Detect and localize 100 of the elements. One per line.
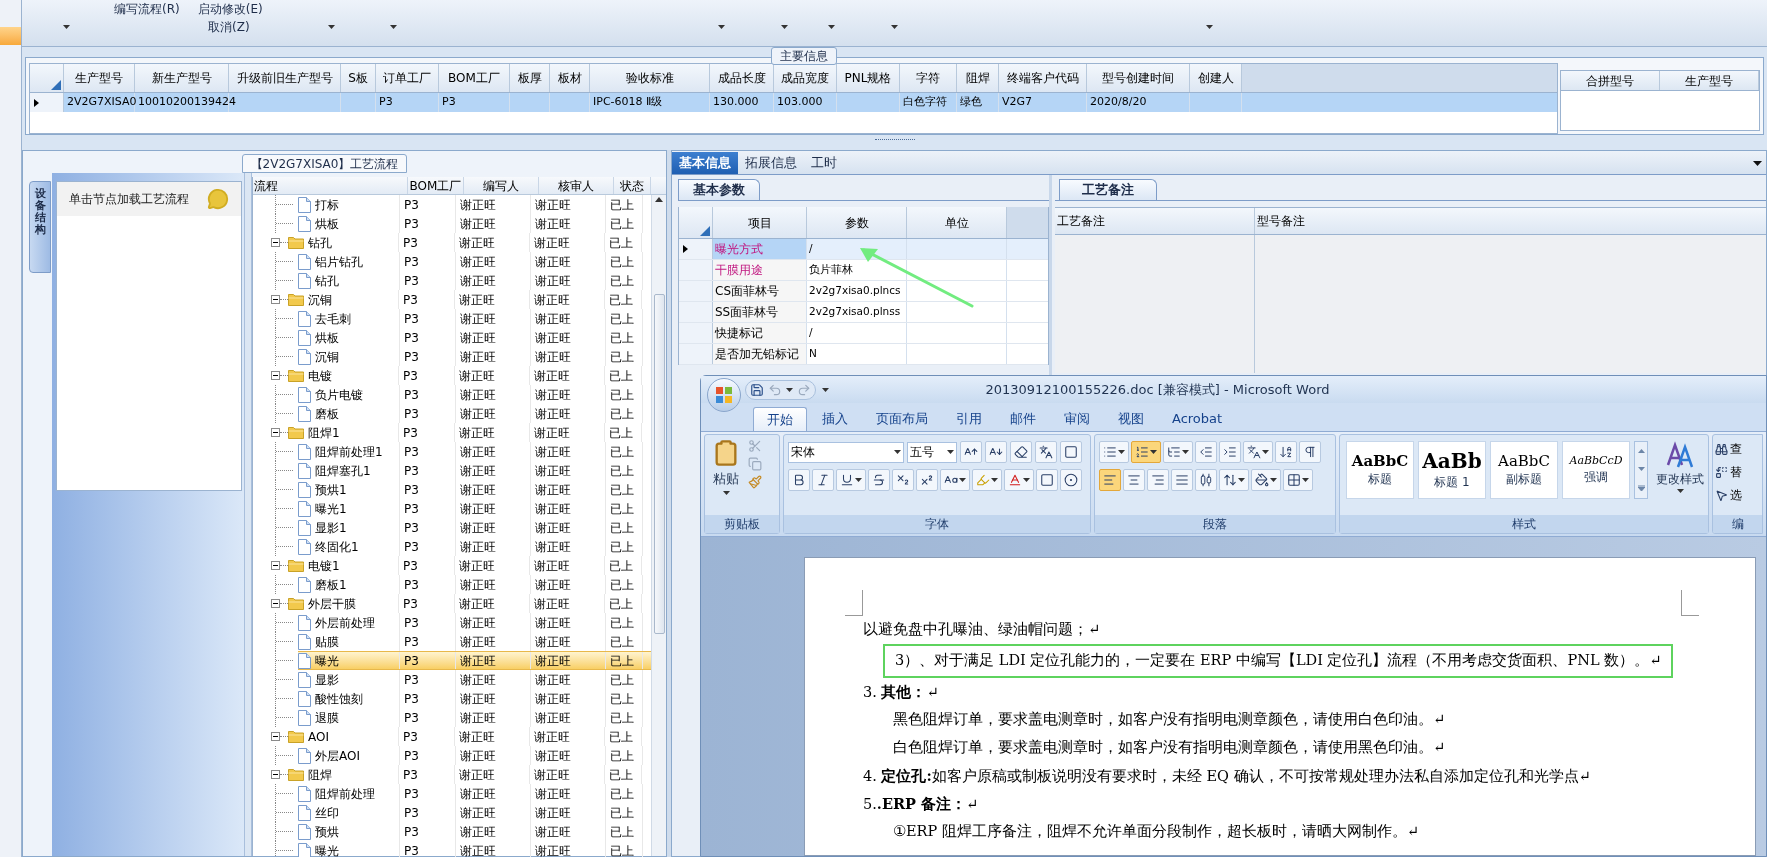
- expander-toggle[interactable]: [271, 732, 280, 741]
- sort-button[interactable]: [1275, 441, 1297, 463]
- bold-button[interactable]: [788, 469, 810, 491]
- expander-toggle[interactable]: [271, 238, 280, 247]
- sub-tab[interactable]: 工艺备注: [1059, 179, 1157, 200]
- tree-row[interactable]: 电镀 P3 谢正旺 谢正旺 已上: [288, 366, 651, 385]
- dropdown-caret-icon[interactable]: [1753, 161, 1762, 166]
- tree-row[interactable]: 磨板1 P3 谢正旺 谢正旺 已上: [298, 575, 651, 594]
- tab[interactable]: 工时: [804, 152, 844, 174]
- expander-toggle[interactable]: [271, 295, 280, 304]
- borders-button[interactable]: [1283, 469, 1313, 491]
- column-header[interactable]: 编写人: [464, 177, 539, 194]
- column-header[interactable]: 订单工厂: [376, 64, 439, 92]
- column-header[interactable]: 终端客户代码: [999, 64, 1087, 92]
- expander-toggle[interactable]: [271, 561, 280, 570]
- column-header[interactable]: 参数: [807, 207, 907, 238]
- param-row[interactable]: 是否加无铅标记 N: [679, 344, 1048, 365]
- ribbon-tab[interactable]: 开始: [753, 407, 807, 431]
- tree-row[interactable]: 沉铜 P3 谢正旺 谢正旺 已上: [288, 290, 651, 309]
- tree-row[interactable]: 阻焊前处理1 P3 谢正旺 谢正旺 已上: [298, 442, 651, 461]
- more-icon[interactable]: [1637, 485, 1645, 491]
- param-row[interactable]: CS面菲林号 2v2g7xisa0.plncs: [679, 281, 1048, 302]
- scroll-down-icon[interactable]: [1637, 467, 1645, 471]
- column-header[interactable]: 升级前旧生产型号: [229, 64, 341, 92]
- change-case-button[interactable]: [940, 469, 970, 491]
- align-left-button[interactable]: [1099, 469, 1121, 491]
- column-header[interactable]: 板厚: [510, 64, 550, 92]
- tree-row[interactable]: 曝光 P3 谢正旺 谢正旺 已上: [298, 651, 651, 670]
- tree-row[interactable]: 阻焊1 P3 谢正旺 谢正旺 已上: [288, 423, 651, 442]
- indent-button[interactable]: [1219, 441, 1241, 463]
- style-swatch[interactable]: AaBbC 标题: [1346, 441, 1414, 499]
- menu-item[interactable]: 取消(Z): [110, 18, 263, 36]
- column-header[interactable]: 型号创建时间: [1087, 64, 1190, 92]
- ribbon-tab[interactable]: 审阅: [1051, 407, 1103, 431]
- expander-toggle[interactable]: [271, 599, 280, 608]
- tree-row[interactable]: 曝光 P3 谢正旺 谢正旺 已上: [298, 841, 651, 857]
- expander-toggle[interactable]: [271, 428, 280, 437]
- tree-row[interactable]: 去毛刺 P3 谢正旺 谢正旺 已上: [298, 309, 651, 328]
- subscript-button[interactable]: [892, 469, 914, 491]
- superscript-button[interactable]: [916, 469, 938, 491]
- ribbon-tab[interactable]: 视图: [1105, 407, 1157, 431]
- side-tab[interactable]: 设备结构: [29, 181, 51, 273]
- param-row[interactable]: 干膜用途 负片菲林: [679, 260, 1048, 281]
- outdent-button[interactable]: [1195, 441, 1217, 463]
- tab[interactable]: 基本信息: [672, 152, 738, 174]
- tree-row[interactable]: 丝印 P3 谢正旺 谢正旺 已上: [298, 803, 651, 822]
- expander-toggle[interactable]: [271, 371, 280, 380]
- scroll-up-icon[interactable]: [1637, 449, 1645, 453]
- change-styles-button[interactable]: 更改样式: [1656, 441, 1704, 493]
- vertical-scrollbar[interactable]: [651, 195, 666, 856]
- italic-button[interactable]: [812, 469, 834, 491]
- tree-row[interactable]: 外层干膜 P3 谢正旺 谢正旺 已上: [288, 594, 651, 613]
- tree-row[interactable]: 沉铜 P3 谢正旺 谢正旺 已上: [298, 347, 651, 366]
- tree-row[interactable]: 曝光1 P3 谢正旺 谢正旺 已上: [298, 499, 651, 518]
- edit-command[interactable]: 替: [1715, 462, 1762, 482]
- tree-row[interactable]: 铝片钻孔 P3 谢正旺 谢正旺 已上: [298, 252, 651, 271]
- align-center-button[interactable]: [1123, 469, 1145, 491]
- tree-row[interactable]: 终固化1 P3 谢正旺 谢正旺 已上: [298, 537, 651, 556]
- column-header[interactable]: 新生产型号: [135, 64, 229, 92]
- column-header[interactable]: S板: [341, 64, 376, 92]
- tree-row[interactable]: 阻焊 P3 谢正旺 谢正旺 已上: [288, 765, 651, 784]
- save-icon[interactable]: [750, 382, 764, 397]
- font-color-button[interactable]: [1004, 469, 1034, 491]
- column-header[interactable]: 成品宽度: [774, 64, 837, 92]
- tree-row[interactable]: 显影 P3 谢正旺 谢正旺 已上: [298, 670, 651, 689]
- underline-button[interactable]: [836, 469, 866, 491]
- ribbon-tab[interactable]: 插入: [809, 407, 861, 431]
- column-header[interactable]: 生产型号: [1660, 71, 1759, 90]
- menu-item[interactable]: 编写流程(R): [114, 0, 180, 18]
- tab[interactable]: 拓展信息: [738, 152, 804, 174]
- column-header[interactable]: 流程: [253, 177, 408, 194]
- tree-row[interactable]: AOI P3 谢正旺 谢正旺 已上: [288, 727, 651, 746]
- tree-row[interactable]: 烘板 P3 谢正旺 谢正旺 已上: [298, 214, 651, 233]
- ribbon-tab[interactable]: 引用: [943, 407, 995, 431]
- font-size-field[interactable]: 五号: [907, 441, 957, 463]
- tree-row[interactable]: 负片电镀 P3 谢正旺 谢正旺 已上: [298, 385, 651, 404]
- tree-row[interactable]: 酸性蚀刻 P3 谢正旺 谢正旺 已上: [298, 689, 651, 708]
- column-header[interactable]: 成品长度: [710, 64, 774, 92]
- tree-row[interactable]: 烘板 P3 谢正旺 谢正旺 已上: [298, 328, 651, 347]
- character-border-button[interactable]: [1060, 441, 1082, 463]
- column-header[interactable]: 生产型号: [64, 64, 135, 92]
- expander-toggle[interactable]: [271, 770, 280, 779]
- style-swatch[interactable]: AaBb 标题 1: [1418, 441, 1486, 499]
- column-header[interactable]: 型号备注: [1255, 208, 1766, 234]
- eraser-button[interactable]: [1010, 441, 1032, 463]
- highlighter-button[interactable]: [972, 469, 1002, 491]
- distribute-button[interactable]: [1195, 469, 1217, 491]
- shading-button[interactable]: [1251, 469, 1281, 491]
- edit-command[interactable]: 查: [1715, 439, 1762, 459]
- table-row[interactable]: 2V2G7XISA0 10010200139424 P3 P3 IPC-6018 Ⅱ级 130.000 103.000 白色字符 绿色 V2G7 2020/8/20: [30, 93, 1557, 112]
- tree-row[interactable]: 电镀1 P3 谢正旺 谢正旺 已上: [288, 556, 651, 575]
- column-header[interactable]: 核审人: [539, 177, 614, 194]
- style-swatch[interactable]: AaBbC 副标题: [1490, 441, 1558, 499]
- tree-row[interactable]: 打标 P3 谢正旺 谢正旺 已上: [298, 195, 651, 214]
- style-swatch[interactable]: AaBbCcD 强调: [1562, 441, 1630, 499]
- tree-row[interactable]: 退膜 P3 谢正旺 谢正旺 已上: [298, 708, 651, 727]
- paste-button[interactable]: 粘贴: [708, 439, 744, 515]
- character-shading-button[interactable]: [1036, 469, 1058, 491]
- sub-tab[interactable]: 基本参数: [678, 179, 760, 200]
- paragraph-mark-button[interactable]: [1299, 441, 1321, 463]
